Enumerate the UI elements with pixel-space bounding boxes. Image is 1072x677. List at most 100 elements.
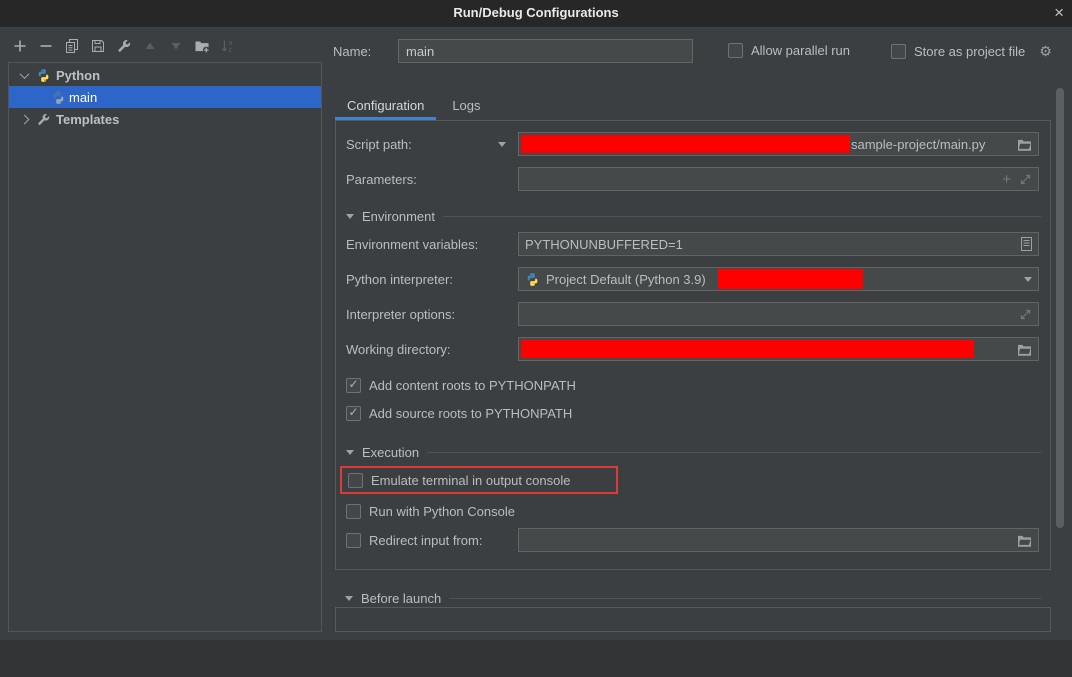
python-interpreter-label: Python interpreter: <box>346 272 453 287</box>
gear-icon[interactable]: ⚙ <box>1039 43 1052 60</box>
python-interpreter-value: Project Default (Python 3.9) <box>546 272 706 287</box>
environment-section-title: Environment <box>362 209 435 224</box>
chevron-down-icon[interactable] <box>20 69 30 79</box>
svg-text:a: a <box>229 40 233 47</box>
folder-icon[interactable] <box>1017 343 1032 356</box>
script-path-value: sample-project/main.py <box>851 137 985 152</box>
checkbox-unchecked[interactable] <box>346 504 361 519</box>
redirect-input-label: Redirect input from: <box>369 533 482 548</box>
checkbox-unchecked[interactable] <box>891 44 906 59</box>
section-divider <box>427 452 1041 453</box>
execution-section-title: Execution <box>362 445 419 460</box>
allow-parallel-run-label: Allow parallel run <box>751 43 850 58</box>
add-content-roots-checkbox[interactable]: ✓ Add content roots to PYTHONPATH <box>346 376 576 394</box>
wrench-icon <box>36 112 51 127</box>
checkbox-checked[interactable]: ✓ <box>346 406 361 421</box>
configurations-tree: Python main Templates <box>8 62 322 632</box>
name-input[interactable] <box>398 39 693 63</box>
configuration-panel: Script path: sample-project/main.py Para… <box>335 120 1051 570</box>
footer-bar: ? OK Cancel Apply <box>0 640 1072 677</box>
run-with-python-console-label: Run with Python Console <box>369 504 515 519</box>
svg-text:z: z <box>229 47 233 54</box>
add-icon[interactable] <box>12 38 28 54</box>
triangle-down-icon[interactable] <box>346 214 354 219</box>
interpreter-options-row: Interpreter options: <box>346 302 1041 326</box>
close-icon[interactable]: × <box>1054 3 1064 23</box>
remove-icon[interactable] <box>38 38 54 54</box>
new-folder-icon[interactable] <box>194 38 210 54</box>
run-with-python-console-checkbox[interactable]: Run with Python Console <box>346 502 515 520</box>
store-as-project-file-checkbox[interactable]: Store as project file ⚙ <box>891 43 1052 60</box>
run-debug-configurations-dialog: Run/Debug Configurations × az <box>0 0 1072 677</box>
add-content-roots-label: Add content roots to PYTHONPATH <box>369 378 576 393</box>
expand-icon[interactable] <box>1019 308 1032 321</box>
redaction-overlay <box>521 135 850 153</box>
tab-logs[interactable]: Logs <box>440 92 492 120</box>
section-divider <box>449 598 1041 599</box>
vertical-scrollbar[interactable] <box>1056 88 1064 528</box>
save-icon[interactable] <box>90 38 106 54</box>
redirect-input-field[interactable] <box>518 528 1039 552</box>
script-path-label: Script path: <box>346 137 412 152</box>
edit-templates-wrench-icon[interactable] <box>116 38 132 54</box>
parameters-row: Parameters: + <box>346 167 1041 191</box>
working-directory-label: Working directory: <box>346 342 451 357</box>
tab-bar: Configuration Logs <box>335 92 493 120</box>
emulate-terminal-checkbox[interactable] <box>348 473 363 488</box>
parameters-field[interactable]: + <box>518 167 1039 191</box>
allow-parallel-run-checkbox[interactable]: Allow parallel run <box>728 43 850 58</box>
move-down-icon[interactable] <box>168 38 184 54</box>
add-icon[interactable]: + <box>1002 172 1011 187</box>
python-interpreter-row: Python interpreter: Project Default (Pyt… <box>346 267 1041 291</box>
redaction-overlay <box>521 340 974 358</box>
tree-group-python[interactable]: Python <box>9 64 321 86</box>
before-launch-title: Before launch <box>361 591 441 606</box>
folder-icon[interactable] <box>1017 534 1032 547</box>
redirect-input-checkbox[interactable] <box>346 533 361 548</box>
script-path-field[interactable]: sample-project/main.py <box>518 132 1039 156</box>
environment-section-header[interactable]: Environment <box>346 206 1041 226</box>
tree-group-python-label: Python <box>56 68 100 83</box>
move-up-icon[interactable] <box>142 38 158 54</box>
tab-configuration[interactable]: Configuration <box>335 92 436 120</box>
dialog-title: Run/Debug Configurations <box>0 5 1072 20</box>
chevron-down-icon[interactable] <box>1024 277 1032 282</box>
chevron-down-icon[interactable] <box>498 142 506 147</box>
environment-variables-row: Environment variables: PYTHONUNBUFFERED=… <box>346 232 1041 256</box>
environment-variables-value: PYTHONUNBUFFERED=1 <box>525 237 683 252</box>
execution-section-header[interactable]: Execution <box>346 442 1041 462</box>
section-divider <box>443 216 1041 217</box>
redirect-input-row: Redirect input from: <box>346 528 1041 552</box>
working-directory-field[interactable] <box>518 337 1039 361</box>
python-logo-icon <box>36 68 51 83</box>
sort-by-name-icon[interactable]: az <box>220 38 236 54</box>
add-source-roots-checkbox[interactable]: ✓ Add source roots to PYTHONPATH <box>346 404 572 422</box>
triangle-down-icon[interactable] <box>346 450 354 455</box>
triangle-down-icon[interactable] <box>345 596 353 601</box>
interpreter-options-field[interactable] <box>518 302 1039 326</box>
emulate-terminal-label: Emulate terminal in output console <box>371 473 570 488</box>
python-logo-icon <box>51 90 66 105</box>
before-launch-section-header[interactable]: Before launch <box>345 588 1041 608</box>
before-launch-list[interactable] <box>335 607 1051 632</box>
checkbox-unchecked[interactable] <box>728 43 743 58</box>
expand-icon[interactable] <box>1019 173 1032 186</box>
titlebar: Run/Debug Configurations × <box>0 0 1072 27</box>
redaction-overlay <box>718 269 863 289</box>
add-source-roots-label: Add source roots to PYTHONPATH <box>369 406 572 421</box>
checkbox-checked[interactable]: ✓ <box>346 378 361 393</box>
tree-group-templates[interactable]: Templates <box>9 108 321 130</box>
folder-icon[interactable] <box>1017 138 1032 151</box>
tree-item-main-label: main <box>69 90 97 105</box>
python-interpreter-dropdown[interactable]: Project Default (Python 3.9) <box>518 267 1039 291</box>
name-label: Name: <box>333 44 371 59</box>
list-icon[interactable] <box>1021 237 1032 251</box>
python-logo-icon <box>525 272 540 287</box>
chevron-right-icon[interactable] <box>20 114 30 124</box>
environment-variables-field[interactable]: PYTHONUNBUFFERED=1 <box>518 232 1039 256</box>
script-path-row: Script path: sample-project/main.py <box>346 132 1041 156</box>
copy-icon[interactable] <box>64 38 80 54</box>
interpreter-options-label: Interpreter options: <box>346 307 455 322</box>
tree-item-main[interactable]: main <box>9 86 321 108</box>
working-directory-row: Working directory: <box>346 337 1041 361</box>
